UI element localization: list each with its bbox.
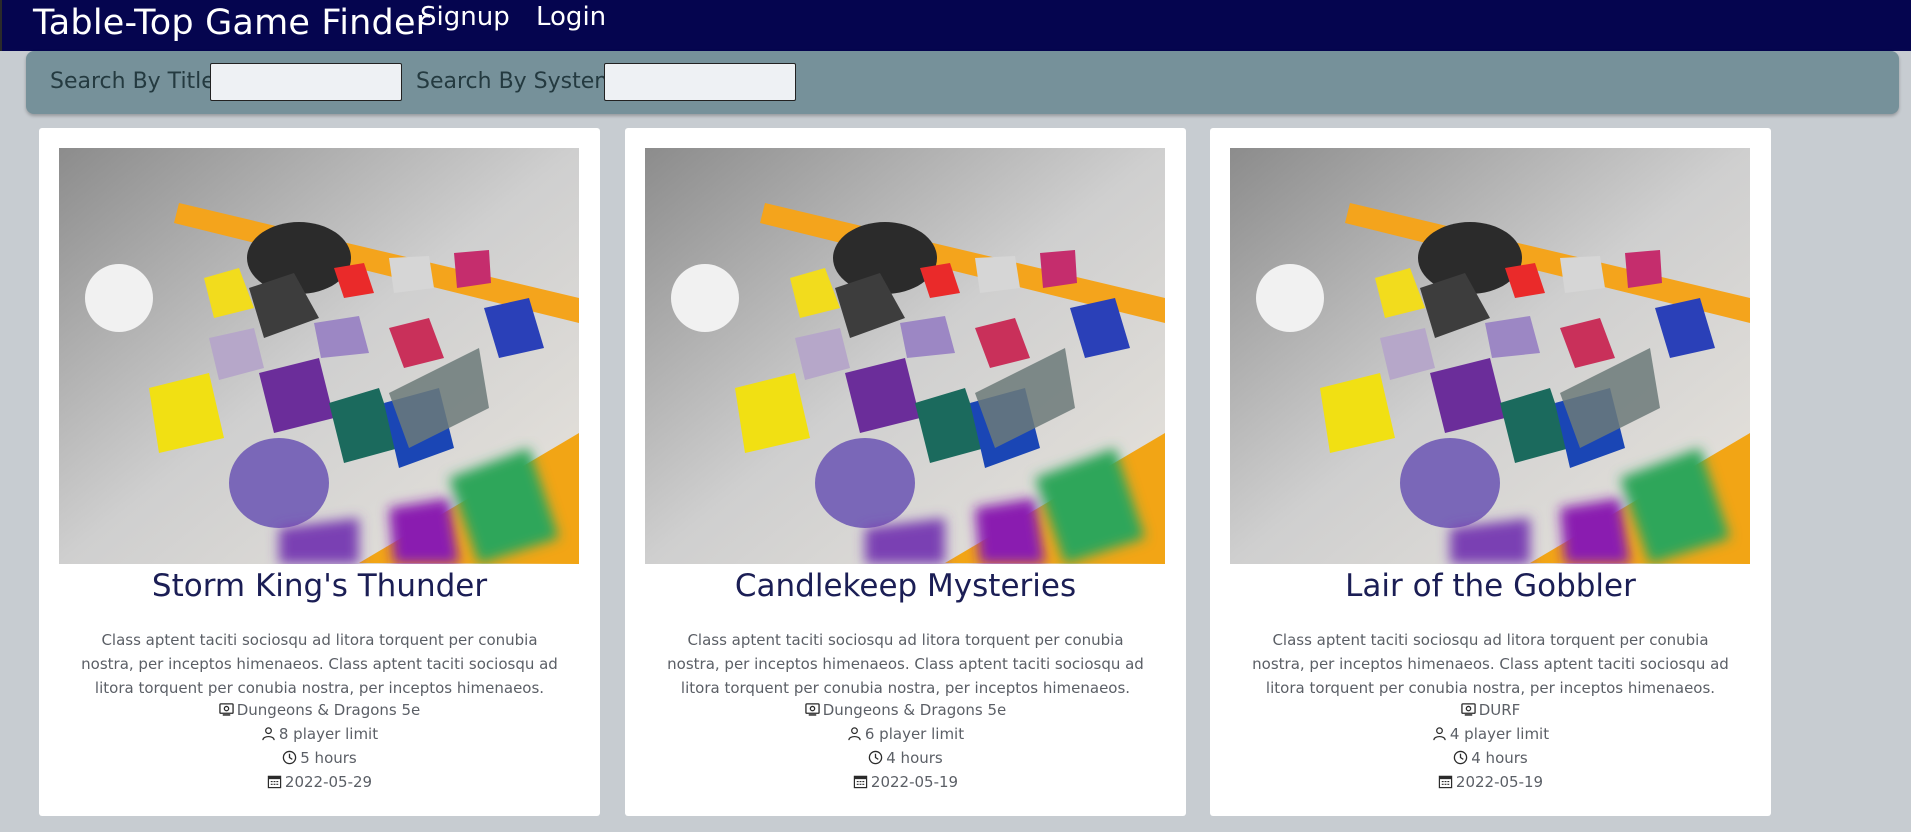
game-players-text: 4 player limit [1449, 725, 1550, 743]
game-duration: 5 hours [39, 747, 600, 771]
game-description: Class aptent taciti sociosqu ad litora t… [81, 631, 558, 697]
game-description: Class aptent taciti sociosqu ad litora t… [667, 631, 1144, 697]
gear-monitor-icon [219, 701, 234, 723]
game-system-text: Dungeons & Dragons 5e [822, 701, 1007, 719]
game-duration-text: 4 hours [886, 749, 943, 767]
game-date-text: 2022-05-29 [284, 773, 373, 791]
game-duration: 4 hours [625, 747, 1186, 771]
game-title: Candlekeep Mysteries [734, 568, 1077, 604]
game-players-text: 8 player limit [278, 725, 379, 743]
game-players: 6 player limit [625, 723, 1186, 747]
game-image [1230, 148, 1750, 564]
brand-title[interactable]: Table-Top Game Finder [33, 3, 430, 43]
clock-icon [1453, 749, 1468, 771]
game-date: 2022-05-29 [39, 771, 600, 795]
search-title-label: Search By Title [50, 69, 215, 94]
clock-icon [282, 749, 297, 771]
game-system: DURF [1210, 699, 1771, 723]
login-link[interactable]: Login [536, 2, 606, 32]
search-system-label: Search By System [416, 69, 616, 94]
search-title-input[interactable] [210, 63, 402, 101]
game-title: Lair of the Gobbler [1345, 568, 1636, 604]
gear-monitor-icon [805, 701, 820, 723]
search-bar: Search By Title Search By System [26, 51, 1899, 114]
game-card[interactable]: Lair of the Gobbler Class aptent taciti … [1210, 128, 1771, 816]
signup-link[interactable]: Signup [420, 2, 510, 32]
game-title: Storm King's Thunder [151, 568, 488, 604]
person-icon [1432, 725, 1447, 747]
game-system: Dungeons & Dragons 5e [39, 699, 600, 723]
game-image [59, 148, 579, 564]
game-date-text: 2022-05-19 [1455, 773, 1544, 791]
game-players: 4 player limit [1210, 723, 1771, 747]
game-system-text: DURF [1478, 701, 1521, 719]
search-system-input[interactable] [604, 63, 796, 101]
game-description: Class aptent taciti sociosqu ad litora t… [1252, 631, 1729, 697]
game-date: 2022-05-19 [1210, 771, 1771, 795]
game-system-text: Dungeons & Dragons 5e [236, 701, 421, 719]
game-card[interactable]: Candlekeep Mysteries Class aptent taciti… [625, 128, 1186, 816]
person-icon [261, 725, 276, 747]
game-date-text: 2022-05-19 [870, 773, 959, 791]
person-icon [847, 725, 862, 747]
game-system: Dungeons & Dragons 5e [625, 699, 1186, 723]
game-image [645, 148, 1165, 564]
game-duration: 4 hours [1210, 747, 1771, 771]
game-card[interactable]: Storm King's Thunder Class aptent taciti… [39, 128, 600, 816]
navbar: Table-Top Game Finder Signup Login [0, 0, 1911, 51]
game-duration-text: 5 hours [300, 749, 357, 767]
calendar-icon [1438, 773, 1453, 795]
calendar-icon [853, 773, 868, 795]
calendar-icon [267, 773, 282, 795]
game-date: 2022-05-19 [625, 771, 1186, 795]
game-duration-text: 4 hours [1471, 749, 1528, 767]
game-players: 8 player limit [39, 723, 600, 747]
gear-monitor-icon [1460, 701, 1476, 723]
game-players-text: 6 player limit [864, 725, 965, 743]
clock-icon [868, 749, 883, 771]
